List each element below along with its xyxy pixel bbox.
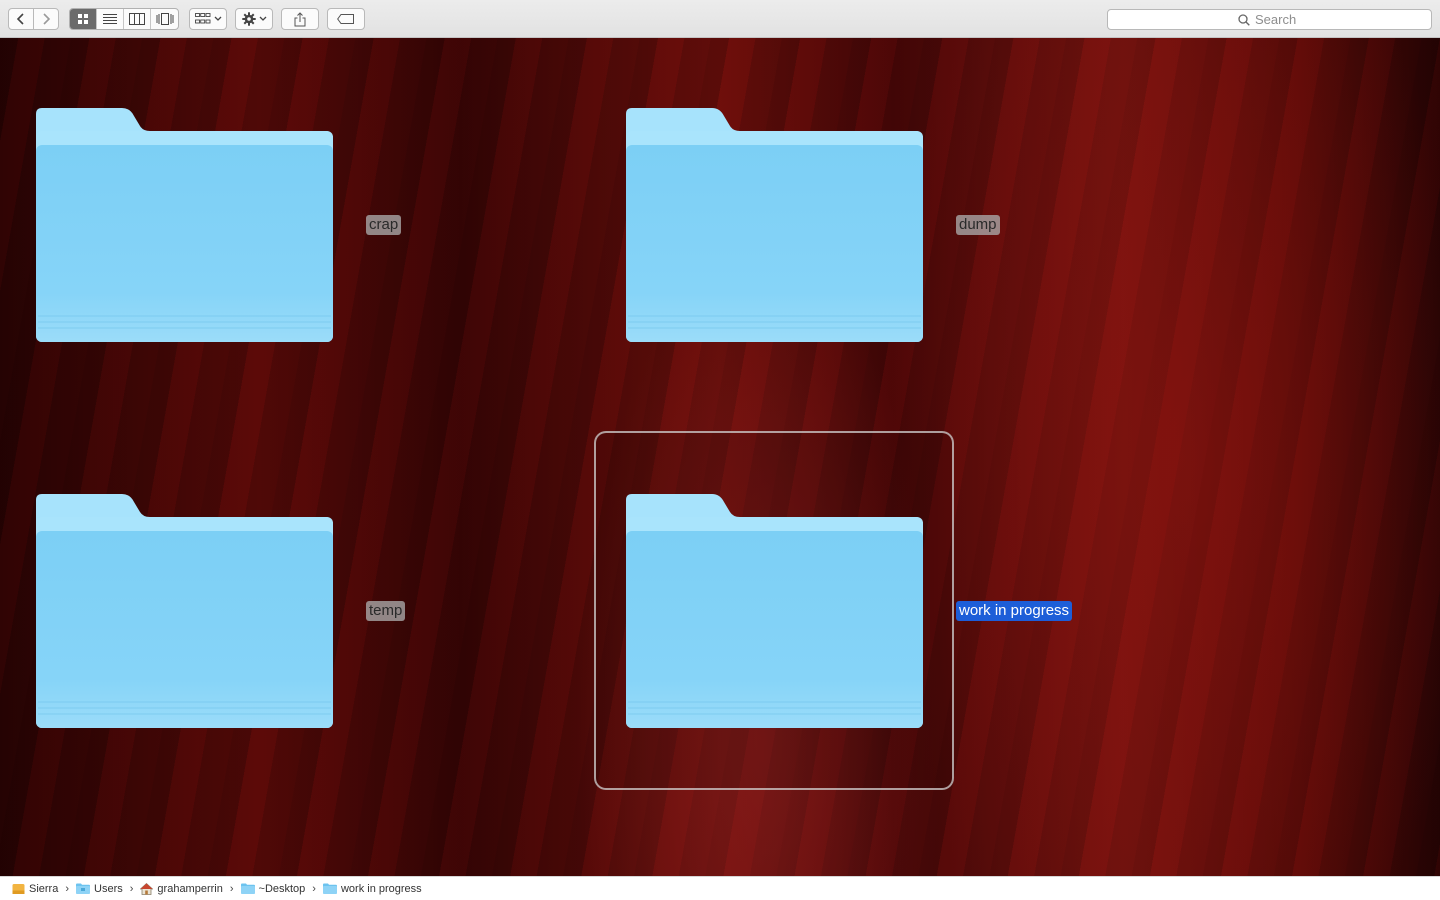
forward-button[interactable] [33, 8, 59, 30]
folder-icon [322, 883, 337, 894]
folder-item-dump[interactable] [626, 108, 923, 342]
cover-flow-view-button[interactable] [151, 9, 178, 29]
folder-icon [626, 108, 923, 342]
folder-item-temp[interactable] [36, 494, 333, 728]
disk-icon [12, 883, 25, 894]
path-crumb-users[interactable]: Users [76, 883, 123, 895]
folder-icon [36, 494, 333, 728]
column-view-icon [129, 13, 145, 25]
path-crumb-label: grahamperrin [157, 882, 223, 895]
folder-label[interactable]: temp [366, 601, 406, 621]
back-button[interactable] [8, 8, 34, 30]
gear-icon [241, 12, 256, 26]
share-button[interactable] [281, 8, 319, 30]
chevron-down-icon [259, 16, 266, 21]
path-crumb-sierra[interactable]: Sierra [12, 883, 58, 895]
path-crumb-home[interactable]: grahamperrin [140, 882, 223, 895]
finder-toolbar [0, 0, 1440, 38]
folder-icon [626, 494, 923, 728]
folder-label-selected[interactable]: work in progress [956, 601, 1073, 621]
arrange-button[interactable] [189, 8, 227, 30]
list-view-button[interactable] [97, 9, 124, 29]
icon-view-button[interactable] [70, 9, 97, 29]
search-field[interactable] [1107, 9, 1432, 30]
icon-view-icon [78, 14, 88, 24]
column-view-button[interactable] [124, 9, 151, 29]
path-bar: Sierra › Users › grahamperrin › ~Desktop… [0, 876, 1440, 900]
chevron-down-icon [214, 16, 221, 21]
path-crumb-label: Users [94, 882, 123, 895]
search-input[interactable] [1255, 12, 1301, 27]
arrange-grid-icon [194, 13, 210, 24]
path-separator-icon: › [129, 882, 134, 895]
folder-label[interactable]: dump [956, 215, 1000, 235]
path-separator-icon: › [229, 882, 234, 895]
path-crumb-label: work in progress [340, 882, 422, 895]
folder-item-work-in-progress[interactable] [626, 494, 923, 728]
action-menu-button[interactable] [235, 8, 273, 30]
path-separator-icon: › [65, 882, 70, 895]
path-crumb-work-in-progress[interactable]: work in progress [322, 882, 422, 895]
cover-flow-icon [156, 13, 173, 25]
path-crumb-label: Sierra [29, 882, 59, 895]
folder-label[interactable]: crap [366, 215, 402, 235]
tag-icon [337, 14, 354, 24]
view-mode-control [69, 8, 179, 30]
list-view-icon [103, 14, 117, 24]
share-icon [294, 11, 306, 26]
folder-icon [36, 108, 333, 342]
home-icon [140, 882, 154, 895]
chevron-left-icon [16, 13, 24, 25]
search-icon [1238, 13, 1250, 26]
path-crumb-desktop[interactable]: ~Desktop [240, 882, 306, 895]
chevron-right-icon [43, 13, 51, 25]
folder-item-crap[interactable] [36, 108, 333, 342]
folder-icon [240, 883, 255, 894]
path-crumb-label: ~Desktop [258, 882, 306, 895]
tags-button[interactable] [327, 8, 365, 30]
path-separator-icon: › [312, 882, 316, 895]
folder-icon [76, 883, 91, 894]
desktop-icon-view[interactable]: crap dump temp work in progress [0, 38, 1440, 876]
